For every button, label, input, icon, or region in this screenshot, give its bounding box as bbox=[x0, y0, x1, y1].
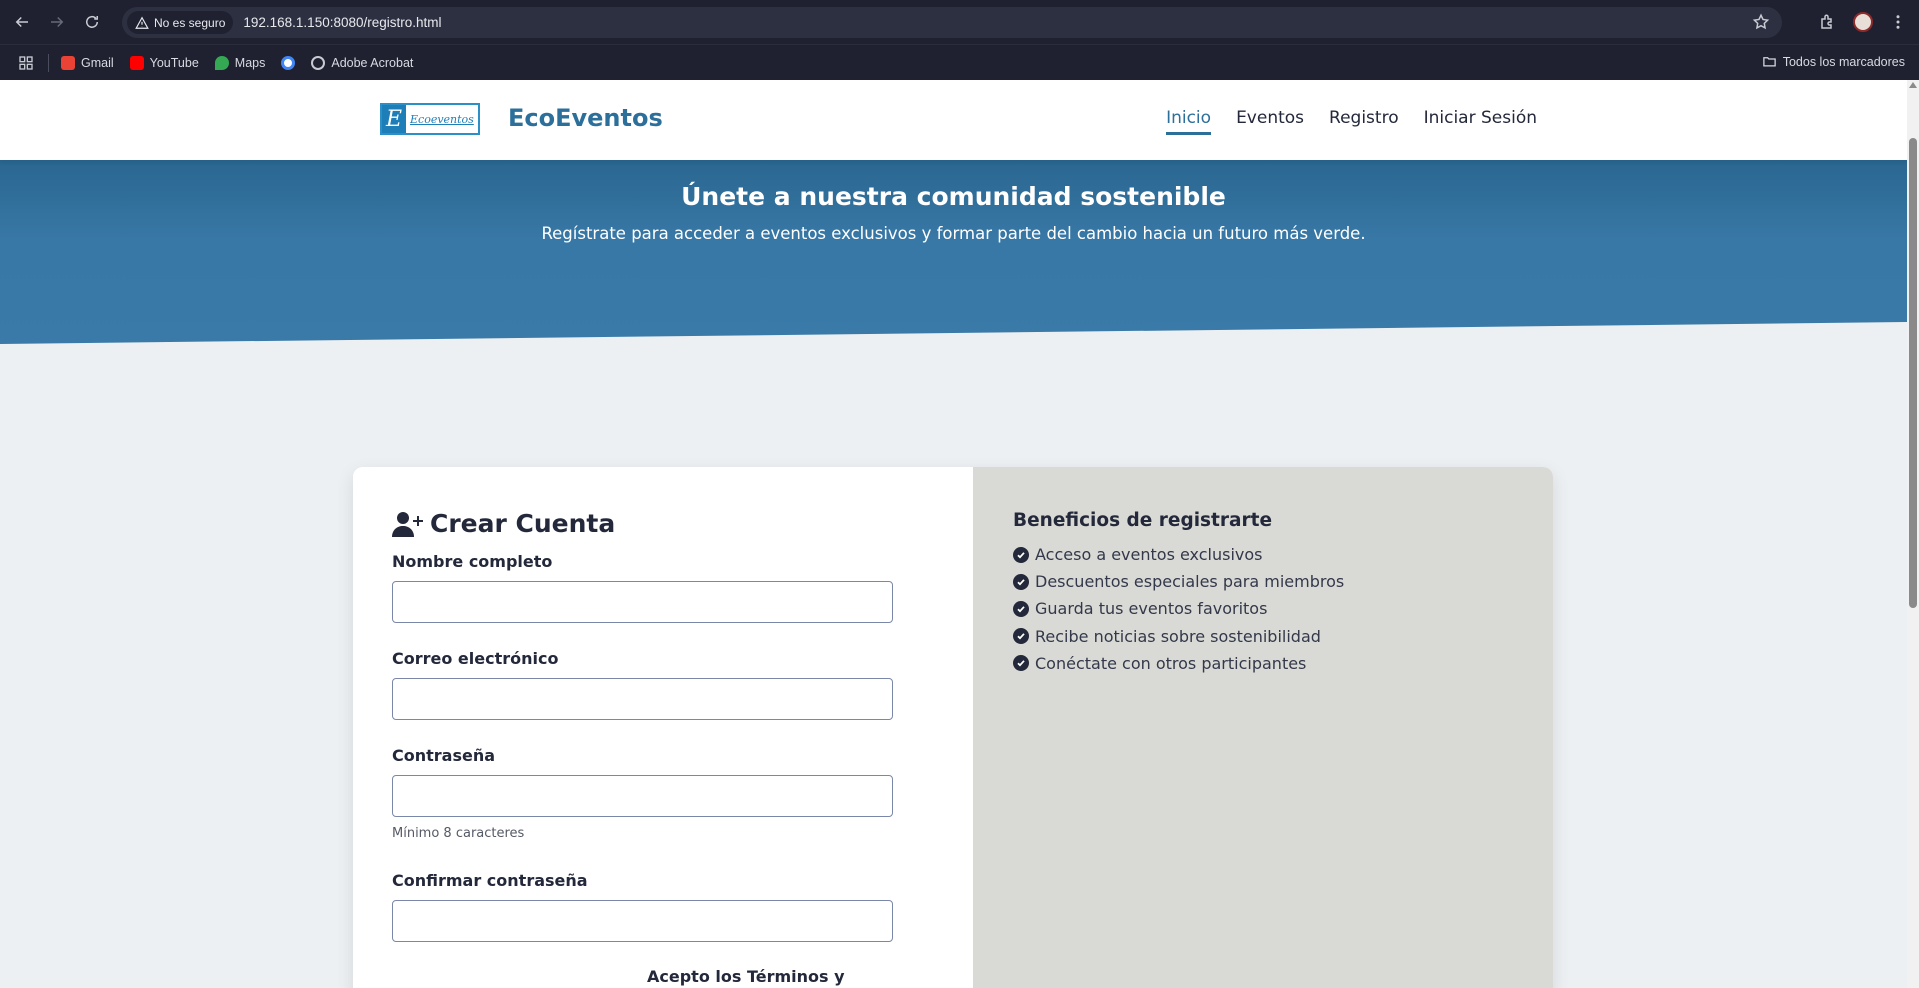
form-title: Crear Cuenta bbox=[392, 509, 615, 538]
benefit-text: Acceso a eventos exclusivos bbox=[1035, 545, 1263, 565]
bookmark-gmail[interactable]: Gmail bbox=[61, 55, 114, 70]
browser-right-tools bbox=[1819, 0, 1919, 44]
site-header: E Ecoeventos EcoEventos Inicio Eventos R… bbox=[0, 80, 1907, 160]
bookmark-maps[interactable]: Maps bbox=[214, 55, 266, 70]
terms-label[interactable]: Acepto los Términos y bbox=[647, 967, 845, 986]
check-circle-icon bbox=[1013, 628, 1029, 645]
forward-button[interactable] bbox=[40, 5, 74, 39]
bookmark-label: Gmail bbox=[81, 55, 114, 70]
register-card: Crear Cuenta Nombre completo Correo elec… bbox=[353, 467, 1553, 988]
reload-button[interactable] bbox=[75, 5, 109, 39]
benefit-text: Guarda tus eventos favoritos bbox=[1035, 599, 1268, 619]
confirm-password-label: Confirmar contraseña bbox=[392, 871, 588, 890]
bookmarks-divider bbox=[48, 53, 49, 72]
google-icon bbox=[281, 55, 296, 70]
bookmark-youtube[interactable]: YouTube bbox=[129, 55, 199, 70]
star-icon bbox=[1752, 13, 1770, 30]
site-logo[interactable]: E Ecoeventos bbox=[380, 103, 480, 135]
hero-title: Únete a nuestra comunidad sostenible bbox=[681, 182, 1226, 211]
page-viewport: E Ecoeventos EcoEventos Inicio Eventos R… bbox=[0, 80, 1907, 988]
url-text[interactable]: 192.168.1.150:8080/registro.html bbox=[243, 15, 441, 30]
warning-icon bbox=[135, 16, 149, 29]
globe-icon bbox=[311, 55, 326, 70]
security-label: No es seguro bbox=[154, 15, 226, 30]
browser-toolbar: No es seguro 192.168.1.150:8080/registro… bbox=[0, 0, 1919, 44]
password-hint: Mínimo 8 caracteres bbox=[392, 826, 525, 841]
bookmark-label: YouTube bbox=[149, 55, 199, 70]
nav-inicio[interactable]: Inicio bbox=[1166, 108, 1212, 135]
benefit-item: Acceso a eventos exclusivos bbox=[1013, 541, 1344, 568]
brand-name[interactable]: EcoEventos bbox=[508, 104, 663, 132]
user-plus-icon bbox=[392, 511, 423, 537]
confirm-password-field[interactable] bbox=[392, 900, 893, 942]
page-scrollbar[interactable] bbox=[1907, 80, 1919, 988]
reload-icon bbox=[86, 15, 98, 28]
password-field[interactable] bbox=[392, 775, 893, 817]
check-circle-icon bbox=[1013, 600, 1029, 617]
scroll-thumb[interactable] bbox=[1909, 138, 1917, 608]
address-bar[interactable]: No es seguro 192.168.1.150:8080/registro… bbox=[122, 7, 1782, 38]
more-vert-icon[interactable] bbox=[1889, 13, 1907, 31]
arrow-left-icon bbox=[15, 16, 28, 28]
arrow-right-icon bbox=[51, 16, 64, 28]
name-label: Nombre completo bbox=[392, 552, 553, 571]
benefits-title: Beneficios de registrarte bbox=[1013, 510, 1273, 531]
bookmark-label: Adobe Acrobat bbox=[331, 55, 414, 70]
email-label: Correo electrónico bbox=[392, 649, 559, 668]
scroll-up-arrow[interactable] bbox=[1909, 82, 1917, 88]
maps-icon bbox=[214, 55, 229, 70]
youtube-icon bbox=[129, 55, 144, 70]
nav-iniciar-sesion[interactable]: Iniciar Sesión bbox=[1424, 108, 1537, 135]
nav-registro[interactable]: Registro bbox=[1329, 108, 1399, 135]
bookmarks-bar: Gmail YouTube Maps Adobe Acrobat Todos l… bbox=[0, 44, 1919, 80]
main-nav: Inicio Eventos Registro Iniciar Sesión bbox=[1166, 108, 1537, 135]
email-field[interactable] bbox=[392, 678, 893, 720]
check-circle-icon bbox=[1013, 546, 1029, 563]
check-circle-icon bbox=[1013, 573, 1029, 590]
benefits-panel: Beneficios de registrarte Acceso a event… bbox=[973, 467, 1553, 988]
register-form: Crear Cuenta Nombre completo Correo elec… bbox=[353, 467, 973, 988]
benefit-item: Descuentos especiales para miembros bbox=[1013, 568, 1344, 595]
bookmark-google[interactable] bbox=[281, 55, 296, 70]
benefit-item: Conéctate con otros participantes bbox=[1013, 650, 1344, 677]
bookmark-adobe-acrobat[interactable]: Adobe Acrobat bbox=[311, 55, 414, 70]
name-field[interactable] bbox=[392, 581, 893, 623]
back-button[interactable] bbox=[5, 5, 39, 39]
bookmark-label: Maps bbox=[234, 55, 266, 70]
form-title-text: Crear Cuenta bbox=[430, 509, 616, 538]
security-chip[interactable]: No es seguro bbox=[127, 11, 234, 34]
apps-grid-icon[interactable] bbox=[18, 55, 34, 71]
benefit-text: Recibe noticias sobre sostenibilidad bbox=[1035, 626, 1321, 646]
bookmark-star-button[interactable] bbox=[1752, 13, 1770, 35]
hero-subtitle: Regístrate para acceder a eventos exclus… bbox=[541, 224, 1366, 243]
folder-icon bbox=[1762, 57, 1776, 67]
all-bookmarks-label: Todos los marcadores bbox=[1782, 54, 1905, 69]
benefit-text: Conéctate con otros participantes bbox=[1035, 653, 1307, 673]
extensions-icon[interactable] bbox=[1819, 13, 1837, 31]
logo-letter: E bbox=[382, 105, 406, 133]
benefit-text: Descuentos especiales para miembros bbox=[1035, 572, 1345, 592]
benefit-item: Guarda tus eventos favoritos bbox=[1013, 595, 1344, 622]
benefits-list: Acceso a eventos exclusivos Descuentos e… bbox=[1013, 541, 1344, 677]
check-circle-icon bbox=[1013, 655, 1029, 672]
gmail-icon bbox=[61, 55, 75, 70]
nav-eventos[interactable]: Eventos bbox=[1236, 108, 1304, 135]
logo-text: Ecoeventos bbox=[410, 112, 474, 126]
benefit-item: Recibe noticias sobre sostenibilidad bbox=[1013, 623, 1344, 650]
all-bookmarks-button[interactable]: Todos los marcadores bbox=[1762, 54, 1905, 69]
password-label: Contraseña bbox=[392, 746, 496, 765]
profile-avatar[interactable] bbox=[1853, 12, 1873, 32]
